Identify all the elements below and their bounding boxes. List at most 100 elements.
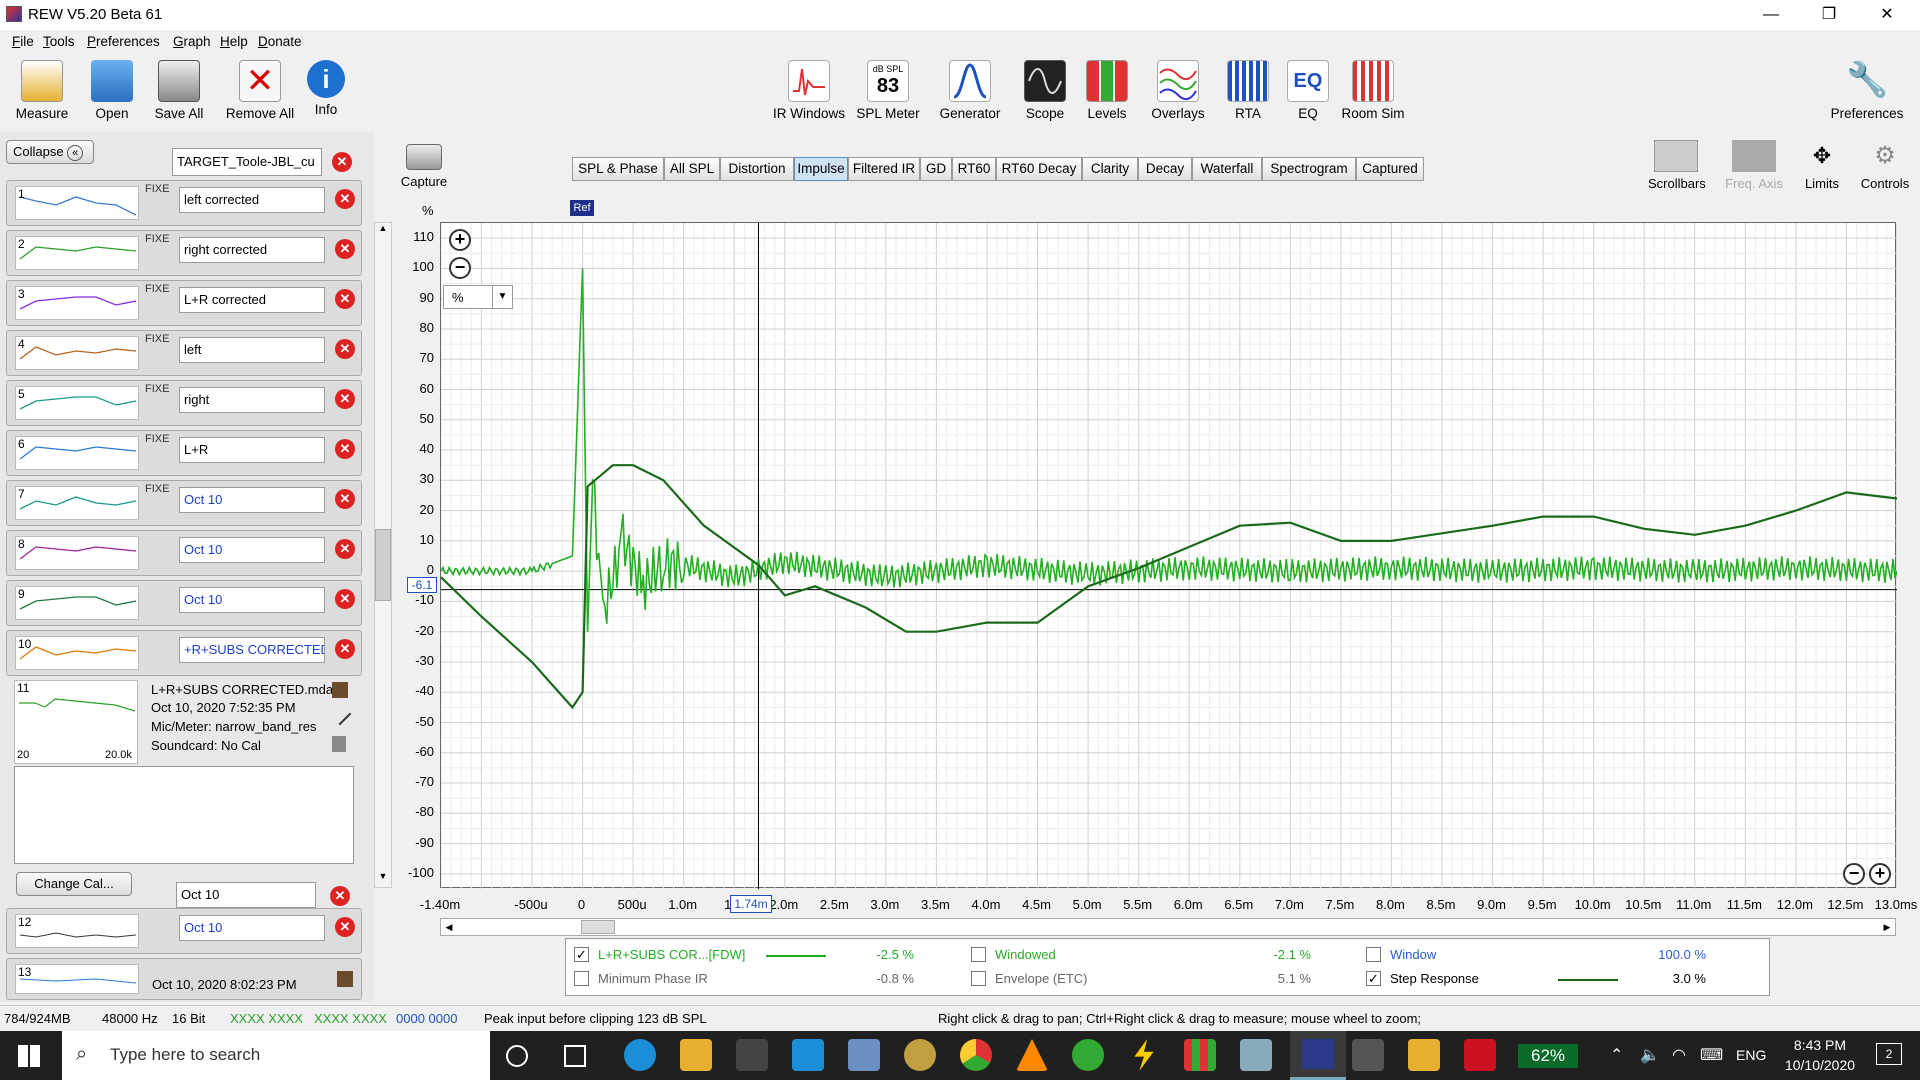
clock-date[interactable]: 10/10/2020: [1784, 1057, 1856, 1073]
info-button[interactable]: i Info: [306, 60, 346, 117]
measurement-row-3[interactable]: 3 FIXE L+R corrected ✕: [6, 280, 362, 326]
capture-button[interactable]: Capture: [400, 140, 448, 189]
overlays-button[interactable]: Overlays: [1148, 60, 1208, 121]
remove-measurement-11-icon[interactable]: ✕: [330, 886, 350, 906]
language-indicator[interactable]: ENG: [1736, 1047, 1766, 1063]
measurement-name-field[interactable]: Oct 10: [179, 915, 325, 941]
edge-icon[interactable]: [624, 1039, 656, 1071]
measurement-row-9[interactable]: 9 Oct 10 ✕: [6, 580, 362, 626]
menu-graph[interactable]: Graph: [173, 34, 211, 49]
minimize-button[interactable]: —: [1748, 0, 1794, 30]
remove-measurement-icon[interactable]: ✕: [335, 189, 355, 209]
zoom-in-icon[interactable]: +: [449, 229, 471, 251]
measurement-name-field[interactable]: +R+SUBS CORRECTED: [179, 637, 325, 663]
measurement-row-1[interactable]: 1 FIXE left corrected ✕: [6, 180, 362, 226]
notes-area[interactable]: [14, 766, 354, 864]
preferences-button[interactable]: 🔧 Preferences: [1826, 60, 1908, 121]
legend-checkbox[interactable]: [971, 971, 986, 986]
menu-donate[interactable]: Donate: [258, 34, 302, 49]
app-tablet-icon[interactable]: [1240, 1039, 1272, 1071]
remove-measurement-icon[interactable]: ✕: [335, 439, 355, 459]
app-l-icon[interactable]: [792, 1039, 824, 1071]
ref-marker[interactable]: Ref: [570, 200, 594, 216]
remove-target-icon[interactable]: ✕: [332, 152, 352, 172]
chart-icon[interactable]: [337, 971, 353, 987]
remove-measurement-icon[interactable]: ✕: [335, 339, 355, 359]
store-icon[interactable]: [736, 1039, 768, 1071]
dsp-icon[interactable]: [1352, 1039, 1384, 1071]
menu-help[interactable]: Help: [220, 34, 248, 49]
tab-clarity[interactable]: Clarity: [1082, 157, 1138, 181]
ir-windows-button[interactable]: IR Windows: [770, 60, 848, 121]
measurement-thumbnail[interactable]: 9: [15, 586, 139, 620]
measurement-thumbnail[interactable]: 4: [15, 336, 139, 370]
measurement-row-5[interactable]: 5 FIXE right ✕: [6, 380, 362, 426]
measurement-row-6[interactable]: 6 FIXE L+R ✕: [6, 430, 362, 476]
task-view-icon[interactable]: [564, 1045, 586, 1067]
legend-checkbox[interactable]: ✓: [574, 947, 589, 962]
unit-select[interactable]: % ▼: [443, 285, 513, 309]
tab-spl-phase[interactable]: SPL & Phase: [572, 157, 664, 181]
remove-measurement-icon[interactable]: ✕: [335, 239, 355, 259]
scroll-thumb[interactable]: [375, 529, 391, 601]
app-red-icon[interactable]: [1464, 1039, 1496, 1071]
measurement-name-field[interactable]: L+R: [179, 437, 325, 463]
scope-button[interactable]: Scope: [1020, 60, 1070, 121]
change-cal-button[interactable]: Change Cal...: [16, 872, 132, 896]
collapse-button[interactable]: Collapse «: [6, 140, 94, 164]
legend-checkbox[interactable]: ✓: [1366, 971, 1381, 986]
lightning-icon[interactable]: [1134, 1039, 1154, 1071]
measurement-thumbnail[interactable]: 10: [15, 636, 139, 670]
tab-rt60[interactable]: RT60: [952, 157, 996, 181]
measurement-name-field[interactable]: Oct 10: [179, 487, 325, 513]
measurement-thumbnail[interactable]: 12: [15, 914, 139, 948]
disc-icon[interactable]: [904, 1039, 936, 1071]
measurement-name-field[interactable]: Oct 10: [179, 537, 325, 563]
tab-captured[interactable]: Captured: [1356, 157, 1424, 181]
measurement-name-field[interactable]: right: [179, 387, 325, 413]
tab-all-spl[interactable]: All SPL: [664, 157, 720, 181]
measurement-thumbnail[interactable]: 5: [15, 386, 139, 420]
measurement-name-field[interactable]: Oct 10: [179, 587, 325, 613]
remove-measurement-icon[interactable]: ✕: [335, 489, 355, 509]
measurement-thumbnail[interactable]: 2: [15, 236, 139, 270]
taskbar-search[interactable]: ⌕ Type here to search: [62, 1031, 490, 1080]
tab-filtered-ir[interactable]: Filtered IR: [848, 157, 920, 181]
remove-measurement-icon[interactable]: ✕: [335, 539, 355, 559]
remove-measurement-icon[interactable]: ✕: [335, 389, 355, 409]
measurement-row-2[interactable]: 2 FIXE right corrected ✕: [6, 230, 362, 276]
legend-checkbox[interactable]: [971, 947, 986, 962]
scroll-up-icon[interactable]: ▲: [375, 223, 391, 239]
chart-icon[interactable]: [332, 682, 348, 698]
pen-icon[interactable]: [328, 702, 352, 726]
save-all-button[interactable]: Save All: [148, 60, 210, 121]
measurement-row-12[interactable]: 12 Oct 10 ✕: [6, 908, 362, 954]
notifications-icon[interactable]: 2: [1876, 1043, 1902, 1065]
zoom-out-icon[interactable]: −: [449, 257, 471, 279]
measurement-name-field[interactable]: L+R corrected: [179, 287, 325, 313]
graph-scrollbar[interactable]: ◀ ▶: [440, 918, 1896, 936]
menu-file[interactable]: File: [12, 34, 34, 49]
target-name-field[interactable]: TARGET_Toole-JBL_cu: [172, 148, 322, 176]
rew-taskbar-button[interactable]: [1290, 1031, 1346, 1080]
tab-gd[interactable]: GD: [920, 157, 952, 181]
tab-waterfall[interactable]: Waterfall: [1192, 157, 1262, 181]
selected-thumbnail[interactable]: 11 20 20.0k: [14, 680, 138, 764]
scroll-left-icon[interactable]: ◀: [441, 919, 457, 935]
controls-button[interactable]: ⚙ Controls: [1856, 140, 1914, 191]
app-icon[interactable]: [848, 1039, 880, 1071]
chrome-icon[interactable]: [960, 1039, 992, 1071]
measurement-row-4[interactable]: 4 FIXE left ✕: [6, 330, 362, 376]
legend-checkbox[interactable]: [574, 971, 589, 986]
scroll-right-icon[interactable]: ▶: [1879, 919, 1895, 935]
winrar-icon[interactable]: [1184, 1039, 1216, 1071]
battery-indicator[interactable]: 62%: [1518, 1044, 1578, 1068]
measurement-thumbnail[interactable]: 8: [15, 536, 139, 570]
remove-measurement-icon[interactable]: ✕: [335, 639, 355, 659]
x-zoom-out-icon[interactable]: −: [1843, 863, 1865, 885]
remove-measurement-icon[interactable]: ✕: [335, 289, 355, 309]
close-button[interactable]: ✕: [1864, 0, 1910, 30]
scrollbars-button[interactable]: Scrollbars: [1648, 140, 1706, 191]
file-explorer-icon[interactable]: [680, 1039, 712, 1071]
measurement-name-field[interactable]: right corrected: [179, 237, 325, 263]
